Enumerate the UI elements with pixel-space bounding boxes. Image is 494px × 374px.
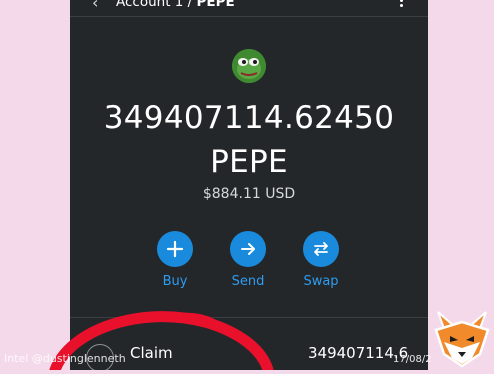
chevron-left-icon[interactable]: ‹ xyxy=(92,0,98,12)
watermark-text: Intel @dustinglenneth xyxy=(4,352,126,365)
send-label: Send xyxy=(231,274,265,289)
account-name: Account 1 / xyxy=(116,0,197,10)
send-button[interactable]: Send xyxy=(218,231,278,289)
claim-label: Claim xyxy=(130,344,173,362)
divider xyxy=(70,317,428,318)
buy-label: Buy xyxy=(162,274,188,289)
kebab-menu-icon[interactable] xyxy=(398,0,404,12)
header-title: Account 1 / PEPE xyxy=(116,0,235,10)
token-balance: 349407114.62450 xyxy=(103,100,395,136)
header-bar: ‹ Account 1 / PEPE xyxy=(70,0,428,17)
arrow-right-icon xyxy=(230,231,266,267)
swap-label: Swap xyxy=(303,274,339,289)
fox-logo-icon xyxy=(432,308,492,370)
swap-button[interactable]: Swap xyxy=(291,231,351,289)
buy-button[interactable]: Buy xyxy=(145,231,205,289)
watermark-date: 17/08/2 xyxy=(393,354,432,365)
pepe-frog-icon xyxy=(232,49,266,83)
header-token-symbol: PEPE xyxy=(196,0,235,10)
wallet-screen: ‹ Account 1 / PEPE 349407114.62450 PEPE … xyxy=(70,0,428,370)
plus-icon xyxy=(157,231,193,267)
swap-arrows-icon xyxy=(303,231,339,267)
token-symbol: PEPE xyxy=(210,144,288,180)
fiat-value: $884.11 USD xyxy=(202,186,296,202)
